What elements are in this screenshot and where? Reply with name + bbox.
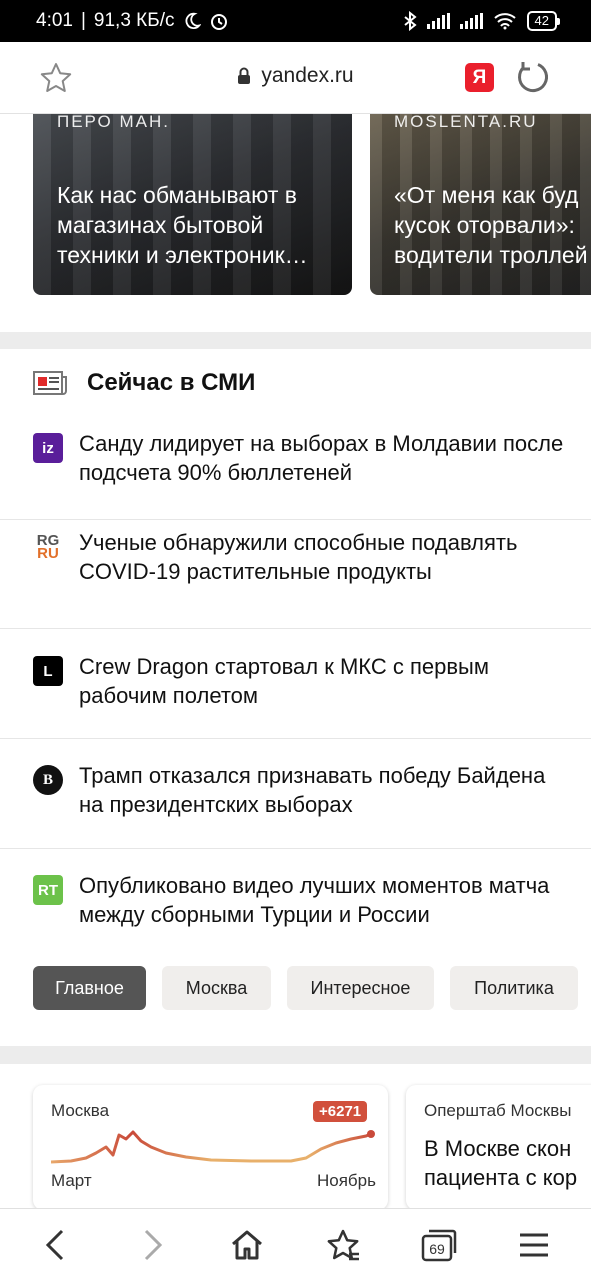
bottom-navigation: 69 [0,1208,591,1280]
rg-logo-icon: RG RU [36,532,60,562]
alarm-icon [210,14,227,30]
tab-interesting[interactable]: Интересное [287,966,434,1010]
divider [0,738,591,739]
signal-icon-2 [459,13,483,29]
news-widget[interactable]: Оперштаб Москвы В Москве скон пациента с… [406,1085,591,1208]
card-title: «От меня как буд кусок оторвали»: водите… [394,182,588,268]
tabs-button[interactable]: 69 [420,1227,458,1263]
section-title: Сейчас в СМИ [87,369,256,396]
widget-headline: В Москве скон пациента с кор [424,1136,578,1190]
divider [0,628,591,629]
vedomosti-logo-icon: B [33,765,63,795]
widget-source: Оперштаб Москвы [424,1101,572,1120]
tab-politics[interactable]: Политика [450,966,578,1010]
card-source: MOSLENTA.RU [394,114,538,131]
divider [0,848,591,849]
covid-widget[interactable]: Москва +6271 Март Ноябрь [33,1085,388,1208]
izvestia-logo-icon: iz [33,433,63,463]
widgets-carousel: Москва +6271 Март Ноябрь Оперштаб Москвы… [0,1064,591,1208]
news-header[interactable]: Сейчас в СМИ [33,369,255,397]
news-headline: Трамп отказался признавать победу Байден… [79,763,546,817]
moon-icon [185,12,201,30]
chart-end-label: Ноябрь [317,1171,376,1190]
news-headline: Санду лидирует на выборах в Молдавии пос… [79,431,564,485]
news-headline: Crew Dragon стартовал к МКС с первым раб… [79,654,489,708]
yandex-logo-icon[interactable]: Я [465,63,494,92]
divider [0,519,591,520]
covid-trend-chart [51,1130,375,1164]
home-icon[interactable] [229,1227,265,1263]
tab-main[interactable]: Главное [33,966,146,1010]
covid-trend-line [51,1130,374,1164]
news-section: Сейчас в СМИ iz Санду лидирует на выбора… [0,349,591,1046]
newspaper-icon [33,371,67,395]
menu-icon[interactable] [516,1227,552,1263]
news-card[interactable]: ПЕРО МАН. Как нас обманывают в магазинах… [33,114,352,295]
covid-trend-end-point [367,1130,375,1138]
battery-indicator: 42 [526,11,561,31]
status-speed: 91,3 КБ/с [93,10,175,31]
case-delta-badge: +6271 [313,1101,368,1122]
browser-toolbar: yandex.ru Я [0,42,591,114]
news-card[interactable]: MOSLENTA.RU «От меня как буд кусок оторв… [370,114,591,295]
tab-moscow[interactable]: Москва [162,966,271,1010]
news-category-tabs: Главное Москва Интересное Политика [33,966,578,1010]
forward-arrow-icon[interactable] [134,1227,170,1263]
widget-city: Москва [51,1101,110,1120]
card-title: Как нас обманывают в магазинах бытовой т… [57,182,308,268]
reload-icon[interactable] [514,58,552,96]
rt-logo-icon: RT [33,875,63,905]
signal-icon [426,13,450,29]
l-logo-icon: L [33,656,63,686]
bluetooth-icon [403,11,417,31]
favorites-star-icon[interactable] [325,1227,361,1263]
chart-start-label: Март [51,1171,92,1190]
status-bar: 4:01 | 91,3 КБ/с 42 [0,0,591,42]
card-source: ПЕРО МАН. [57,114,170,131]
lock-icon [238,67,251,84]
wifi-icon [493,13,516,30]
address-bar[interactable]: yandex.ru [0,64,591,88]
news-headline: Опубликовано видео лучших моментов матча… [79,873,550,927]
status-time: 4:01 [36,10,73,31]
tab-count: 69 [429,1241,445,1257]
top-news-carousel: ПЕРО МАН. Как нас обманывают в магазинах… [0,114,591,332]
url-text: yandex.ru [261,64,354,87]
news-headline: Ученые обнаружили способные подавлять CO… [79,530,518,584]
back-arrow-icon[interactable] [38,1227,74,1263]
page-content: ПЕРО МАН. Как нас обманывают в магазинах… [0,114,591,1208]
